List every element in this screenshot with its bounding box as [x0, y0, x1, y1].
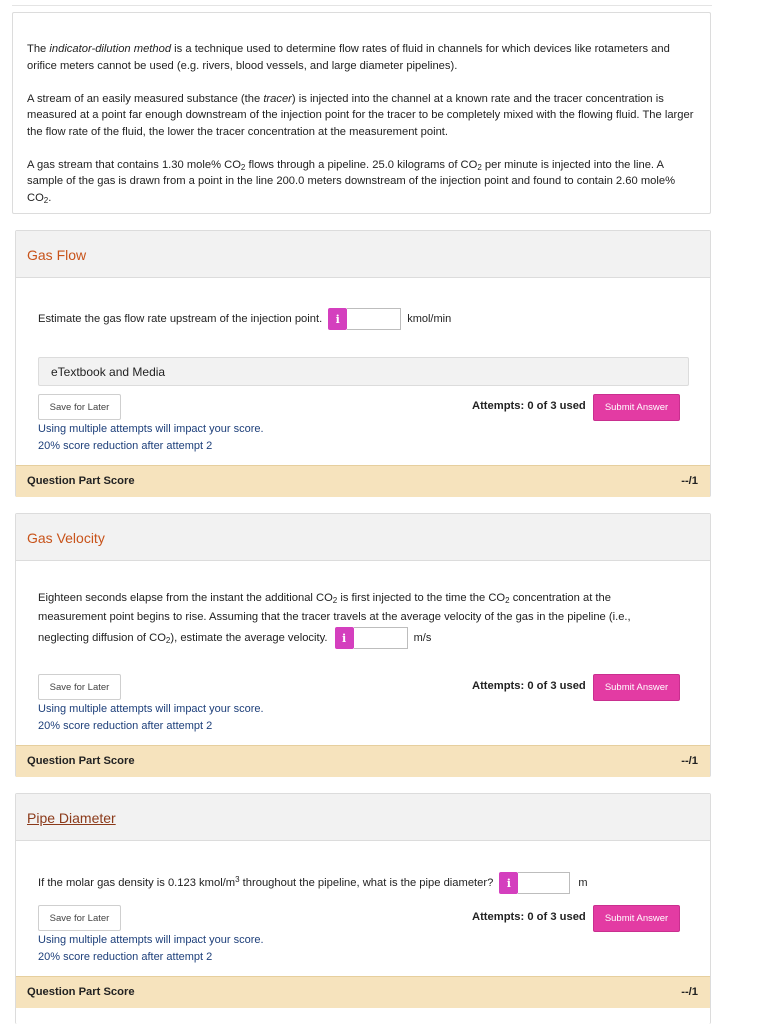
question-part-score: Question Part Score --/1: [16, 745, 710, 777]
attempt-notice: Using multiple attempts will impact your…: [38, 421, 264, 454]
score-value: --/1: [681, 986, 698, 998]
score-label: Question Part Score: [27, 475, 135, 487]
part-title: Gas Velocity: [16, 514, 710, 561]
question-part-gas-velocity: Gas Velocity Eighteen seconds elapse fro…: [15, 513, 711, 777]
gas-flow-answer-input[interactable]: [347, 308, 402, 330]
pipe-diameter-answer-input[interactable]: [518, 872, 571, 894]
intro-text: A gas stream that contains 1.30 mole% CO: [27, 158, 241, 171]
question-row: Estimate the gas flow rate upstream of t…: [38, 308, 451, 330]
part-title[interactable]: Pipe Diameter: [16, 794, 710, 841]
question-fragment: Eighteen seconds elapse from the instant…: [38, 592, 333, 604]
gas-velocity-answer-input[interactable]: [353, 627, 408, 649]
submit-answer-button[interactable]: Submit Answer: [593, 905, 680, 932]
submit-answer-button[interactable]: Submit Answer: [593, 674, 680, 701]
question-part-score: Question Part Score --/1: [16, 976, 710, 1008]
question-text: Eighteen seconds elapse from the instant…: [38, 589, 678, 649]
attempt-notice: Using multiple attempts will impact your…: [38, 932, 264, 965]
notice-line: 20% score reduction after attempt 2: [38, 439, 213, 452]
question-fragment: ), estimate the average velocity.: [170, 631, 328, 644]
question-row: If the molar gas density is 0.123 kmol/m…: [38, 872, 588, 894]
unit-label: m/s: [413, 631, 432, 644]
top-divider: [12, 5, 712, 6]
intro-paragraph-1: The indicator-dilution method is a techn…: [27, 41, 696, 74]
question-part-pipe-diameter: Pipe Diameter If the molar gas density i…: [15, 793, 711, 1024]
score-label: Question Part Score: [27, 755, 135, 767]
question-fragment: is first injected to the time the CO: [337, 592, 506, 604]
unit-label: m: [578, 877, 588, 889]
save-for-later-button[interactable]: Save for Later: [38, 905, 121, 931]
part-title: Gas Flow: [16, 231, 710, 278]
info-icon[interactable]: i: [328, 308, 348, 330]
answer-group: i m/s: [334, 627, 432, 649]
question-fragment: If the molar gas density is 0.123 kmol/m: [38, 877, 236, 889]
notice-line: 20% score reduction after attempt 2: [38, 950, 213, 963]
submit-answer-button[interactable]: Submit Answer: [593, 394, 680, 421]
score-label: Question Part Score: [27, 986, 135, 998]
question-fragment: throughout the pipeline, what is the pip…: [239, 877, 494, 889]
notice-line: Using multiple attempts will impact your…: [38, 934, 264, 946]
attempts-counter: Attempts: 0 of 3 used: [472, 680, 586, 692]
info-icon[interactable]: i: [499, 872, 519, 894]
intro-text: flows through a pipeline. 25.0 kilograms…: [245, 158, 478, 171]
notice-line: Using multiple attempts will impact your…: [38, 703, 264, 715]
question-part-score: Question Part Score --/1: [16, 465, 710, 497]
notice-line: Using multiple attempts will impact your…: [38, 423, 264, 435]
attempts-counter: Attempts: 0 of 3 used: [472, 911, 586, 923]
intro-text: .: [48, 191, 52, 204]
question-text: Estimate the gas flow rate upstream of t…: [38, 313, 323, 325]
intro-text: A stream of an easily measured substance…: [27, 92, 264, 105]
problem-statement: The indicator-dilution method is a techn…: [12, 12, 711, 214]
info-icon[interactable]: i: [334, 627, 354, 649]
unit-label: kmol/min: [407, 313, 452, 325]
score-value: --/1: [681, 475, 698, 487]
notice-line: 20% score reduction after attempt 2: [38, 719, 213, 732]
attempts-counter: Attempts: 0 of 3 used: [472, 400, 586, 412]
intro-term: indicator-dilution method: [49, 43, 172, 55]
question-text: If the molar gas density is 0.123 kmol/m…: [38, 876, 494, 890]
intro-paragraph-3: A gas stream that contains 1.30 mole% CO…: [27, 157, 696, 207]
intro-text: The: [27, 43, 50, 55]
question-part-gas-flow: Gas Flow Estimate the gas flow rate upst…: [15, 230, 711, 497]
attempt-notice: Using multiple attempts will impact your…: [38, 701, 264, 734]
intro-paragraph-2: A stream of an easily measured substance…: [27, 91, 696, 141]
score-value: --/1: [681, 755, 698, 767]
save-for-later-button[interactable]: Save for Later: [38, 394, 121, 420]
intro-term: tracer: [263, 92, 292, 105]
save-for-later-button[interactable]: Save for Later: [38, 674, 121, 700]
etextbook-media-link[interactable]: eTextbook and Media: [38, 357, 689, 386]
